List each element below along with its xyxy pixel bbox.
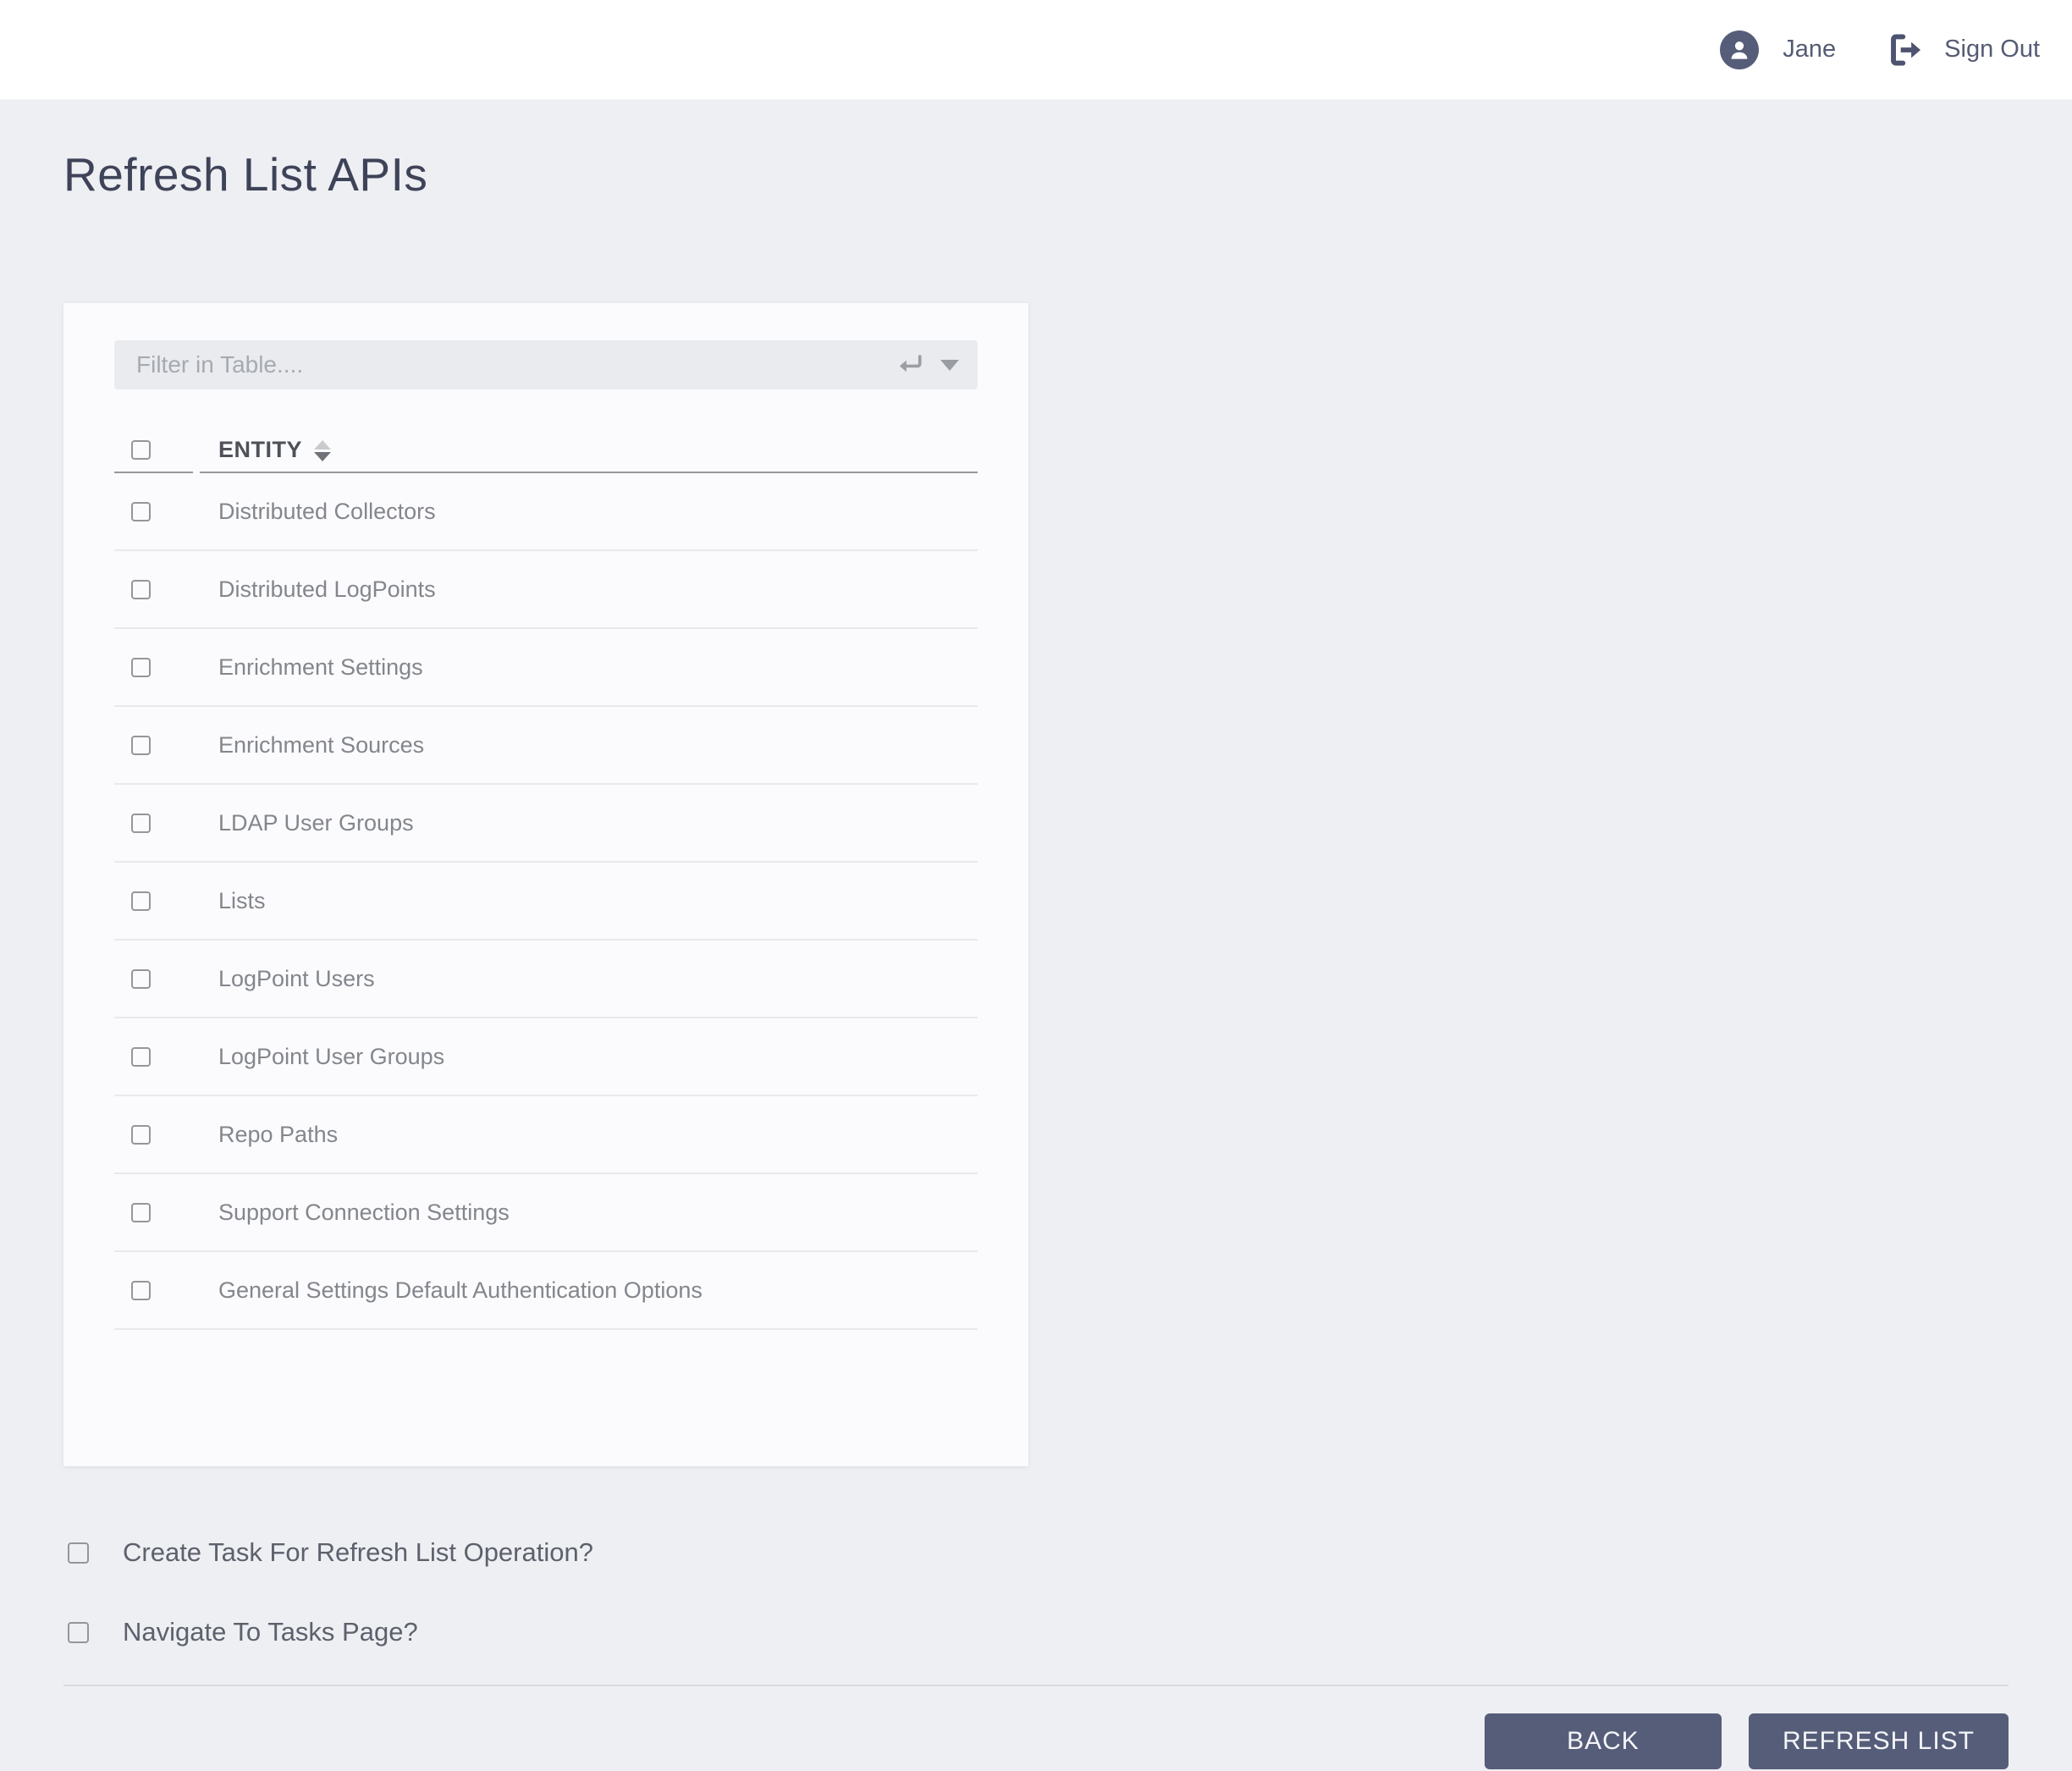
- chevron-down-icon[interactable]: [939, 358, 961, 372]
- create-task-option[interactable]: Create Task For Refresh List Operation?: [63, 1525, 2009, 1580]
- entity-name: Repo Paths: [218, 1121, 339, 1147]
- navigate-tasks-checkbox[interactable]: [68, 1621, 89, 1643]
- create-task-label: Create Task For Refresh List Operation?: [123, 1537, 593, 1567]
- navigate-tasks-label: Navigate To Tasks Page?: [123, 1617, 418, 1647]
- footer-divider: [63, 1685, 2009, 1686]
- entity-header-cell[interactable]: ENTITY: [200, 428, 978, 473]
- filter-bar: [114, 340, 978, 389]
- options-section: Create Task For Refresh List Operation? …: [63, 1525, 2009, 1659]
- main-content: Refresh List APIs Filter in Table.... EN…: [0, 147, 2072, 1769]
- avatar: [1720, 30, 1760, 69]
- entity-name: Distributed LogPoints: [218, 576, 436, 602]
- table-row: Support Connection Settings: [114, 1174, 978, 1252]
- table-row: Lists: [114, 863, 978, 941]
- entity-name: Distributed Collectors: [218, 498, 436, 524]
- footer-actions: BACK REFRESH LIST: [63, 1713, 2009, 1769]
- refresh-list-button[interactable]: REFRESH LIST: [1748, 1713, 2009, 1769]
- select-all-checkbox[interactable]: [131, 440, 151, 460]
- row-checkbox[interactable]: [131, 813, 151, 833]
- top-bar: Jane Sign Out: [0, 0, 2072, 100]
- table-row: LogPoint User Groups: [114, 1018, 978, 1096]
- table-row: Repo Paths: [114, 1096, 978, 1174]
- user-name: Jane: [1783, 36, 1837, 63]
- table-row: General Settings Default Authentication …: [114, 1252, 978, 1330]
- refresh-list-apis-page: Jane Sign Out Refresh List APIs Filter i…: [0, 0, 2072, 1771]
- sort-asc-arrow: [314, 440, 332, 450]
- page-title: Refresh List APIs: [63, 148, 428, 201]
- user-icon: [1731, 41, 1748, 59]
- table-row: LDAP User Groups: [114, 785, 978, 863]
- entity-name: Enrichment Sources: [218, 731, 425, 758]
- table-row: Distributed LogPoints: [114, 551, 978, 629]
- back-button[interactable]: BACK: [1484, 1713, 1722, 1769]
- filter-icons: [895, 340, 961, 389]
- entity-name: Enrichment Settings: [218, 654, 423, 680]
- enter-icon[interactable]: [895, 352, 923, 378]
- user-menu[interactable]: Jane: [1720, 30, 1836, 69]
- table-header: ENTITY: [114, 428, 978, 473]
- table-row: Distributed Collectors: [114, 473, 978, 551]
- row-checkbox[interactable]: [131, 579, 151, 599]
- entity-name: LDAP User Groups: [218, 809, 414, 836]
- sort-icon[interactable]: [314, 440, 332, 461]
- table-row: LogPoint Users: [114, 941, 978, 1018]
- navigate-tasks-option[interactable]: Navigate To Tasks Page?: [63, 1605, 2009, 1659]
- entity-name: Support Connection Settings: [218, 1199, 510, 1225]
- entity-table-card: ENTITY Distributed Collectors Distribute…: [63, 303, 1028, 1466]
- row-checkbox[interactable]: [131, 1124, 151, 1145]
- sign-out-label: Sign Out: [1944, 36, 2040, 63]
- entity-name: LogPoint Users: [218, 965, 375, 991]
- row-checkbox[interactable]: [131, 1046, 151, 1067]
- row-checkbox[interactable]: [131, 1280, 151, 1300]
- table-row: Enrichment Sources: [114, 707, 978, 785]
- entity-name: LogPoint User Groups: [218, 1043, 445, 1069]
- entity-column-header: ENTITY: [218, 437, 303, 462]
- sort-desc-arrow: [314, 452, 332, 461]
- select-all-cell: [114, 428, 193, 473]
- row-checkbox[interactable]: [131, 891, 151, 911]
- table-row: Enrichment Settings: [114, 629, 978, 707]
- row-checkbox[interactable]: [131, 968, 151, 989]
- row-checkbox[interactable]: [131, 735, 151, 755]
- filter-input[interactable]: [114, 340, 978, 389]
- sign-out-icon: [1887, 34, 1922, 66]
- row-checkbox[interactable]: [131, 1202, 151, 1222]
- entity-name: General Settings Default Authentication …: [218, 1277, 703, 1303]
- create-task-checkbox[interactable]: [68, 1542, 89, 1564]
- sign-out-button[interactable]: Sign Out: [1887, 34, 2040, 66]
- row-checkbox[interactable]: [131, 501, 151, 521]
- row-checkbox[interactable]: [131, 657, 151, 677]
- entity-name: Lists: [218, 887, 266, 913]
